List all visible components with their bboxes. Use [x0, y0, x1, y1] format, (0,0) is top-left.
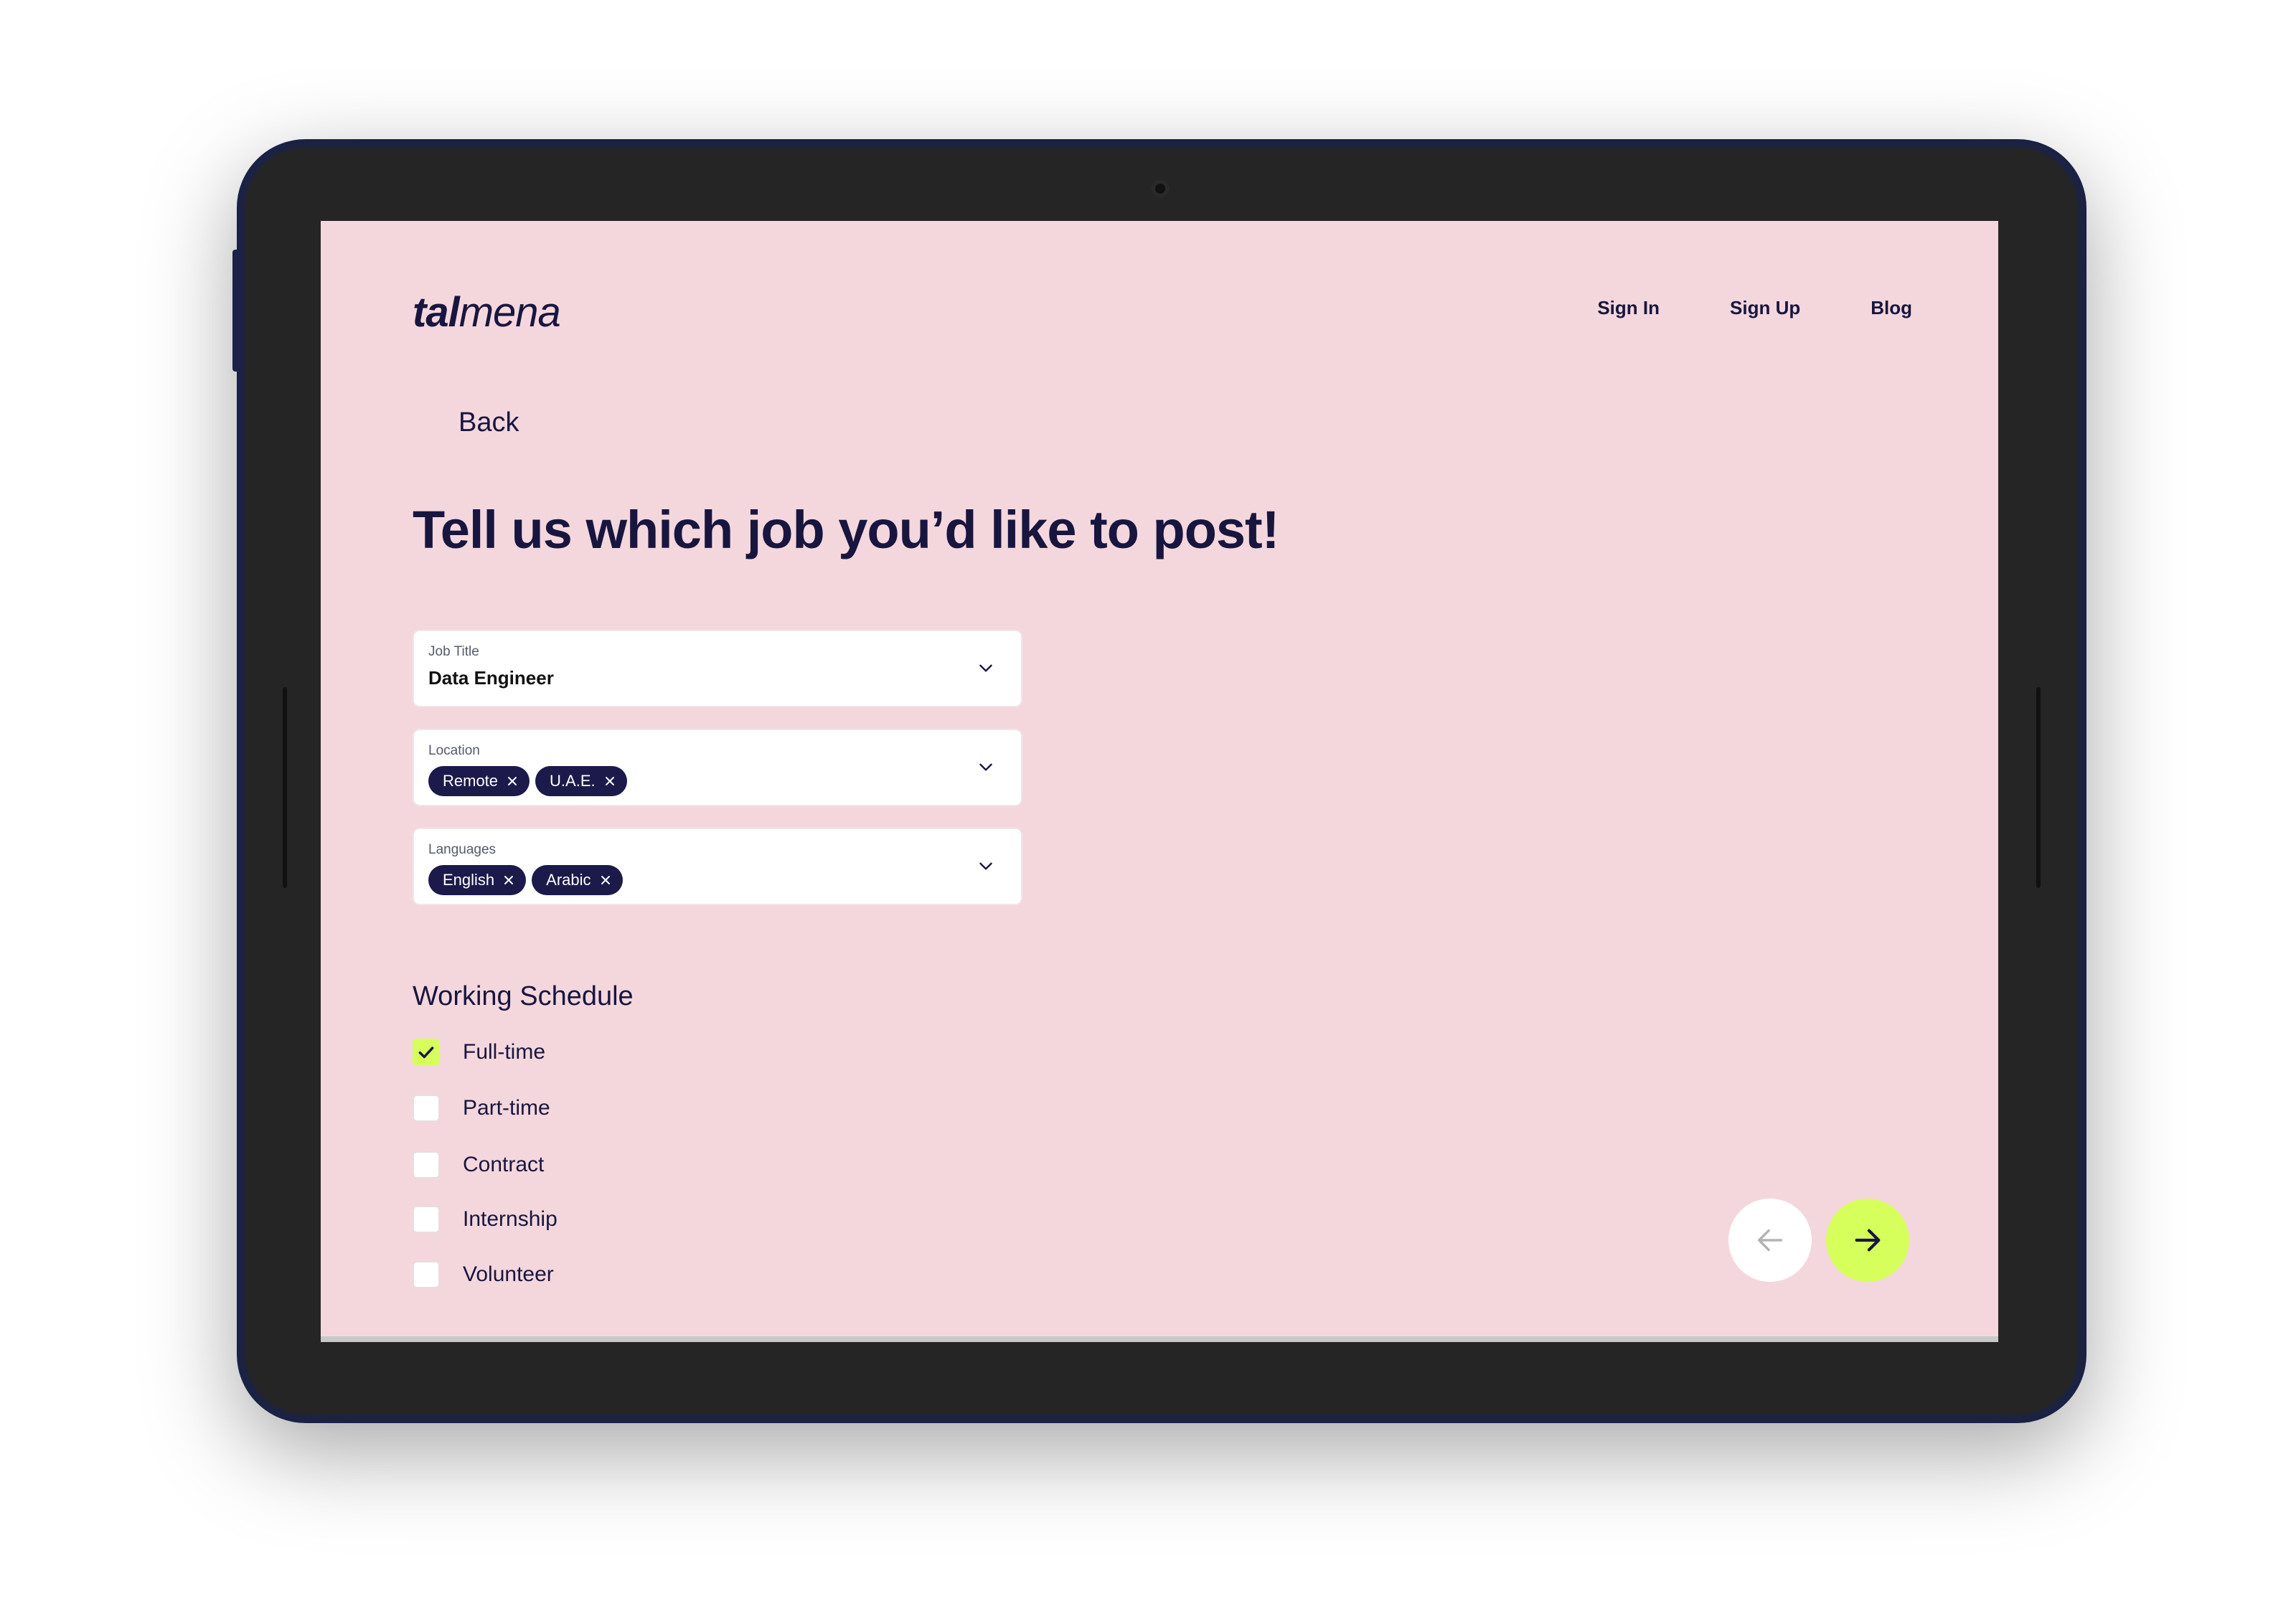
- chip-label: English: [443, 871, 495, 889]
- working-schedule-title: Working Schedule: [413, 981, 634, 1011]
- job-title-value: Data Engineer: [428, 667, 554, 689]
- checkbox-volunteer[interactable]: [413, 1261, 440, 1288]
- nav-sign-up[interactable]: Sign Up: [1730, 297, 1800, 319]
- schedule-option-part-time[interactable]: Part-time: [413, 1095, 550, 1122]
- chip-label: Arabic: [546, 871, 591, 889]
- check-icon: [418, 1047, 434, 1059]
- arrow-left-icon: [1757, 1229, 1783, 1252]
- schedule-option-full-time[interactable]: Full-time: [413, 1039, 545, 1066]
- chip-label: Remote: [443, 772, 499, 790]
- close-icon[interactable]: [600, 874, 611, 886]
- location-select[interactable]: Location Remote U.A.E.: [413, 729, 1022, 806]
- option-label: Volunteer: [463, 1262, 554, 1286]
- previous-step-button[interactable]: [1728, 1199, 1812, 1282]
- languages-select[interactable]: Languages English Arabic: [413, 828, 1022, 905]
- languages-chips: English Arabic: [428, 865, 1007, 895]
- job-title-select[interactable]: Job Title Data Engineer: [413, 630, 1022, 707]
- right-speaker: [2036, 687, 2041, 888]
- chip-uae[interactable]: U.A.E.: [535, 766, 627, 796]
- screen-edge: [321, 1336, 1998, 1342]
- location-chips: Remote U.A.E.: [428, 766, 1007, 796]
- arrow-right-icon: [1855, 1229, 1881, 1252]
- close-icon[interactable]: [604, 775, 616, 787]
- page-title: Tell us which job you’d like to post!: [413, 500, 1279, 559]
- option-label: Full-time: [463, 1040, 546, 1064]
- close-icon[interactable]: [507, 775, 518, 787]
- chevron-down-icon[interactable]: [977, 856, 995, 875]
- checkbox-contract[interactable]: [413, 1151, 440, 1179]
- schedule-option-volunteer[interactable]: Volunteer: [413, 1261, 554, 1288]
- left-speaker: [283, 687, 287, 888]
- logo-part-light: mena: [458, 289, 561, 336]
- chip-remote[interactable]: Remote: [428, 766, 530, 796]
- logo-part-bold: tal: [413, 289, 460, 336]
- option-label: Part-time: [463, 1096, 550, 1120]
- option-label: Contract: [463, 1153, 545, 1176]
- languages-label: Languages: [428, 842, 497, 857]
- power-button: [232, 250, 241, 372]
- logo[interactable]: talmena: [413, 288, 561, 336]
- chip-english[interactable]: English: [428, 865, 527, 895]
- next-step-button[interactable]: [1826, 1199, 1909, 1282]
- chevron-down-icon[interactable]: [977, 757, 995, 776]
- location-label: Location: [428, 743, 480, 758]
- screen: talmena Sign In Sign Up Blog Back Tell u…: [321, 221, 1998, 1342]
- nav-sign-in[interactable]: Sign In: [1597, 297, 1660, 319]
- close-icon[interactable]: [503, 874, 514, 886]
- chip-label: U.A.E.: [550, 772, 596, 790]
- back-link[interactable]: Back: [458, 407, 519, 438]
- nav-blog[interactable]: Blog: [1871, 297, 1912, 319]
- chip-arabic[interactable]: Arabic: [532, 865, 623, 895]
- job-title-label: Job Title: [428, 644, 479, 659]
- camera-icon: [1151, 179, 1170, 198]
- checkbox-part-time[interactable]: [413, 1095, 440, 1122]
- checkbox-internship[interactable]: [413, 1206, 440, 1233]
- chevron-down-icon[interactable]: [977, 658, 995, 677]
- checkbox-full-time[interactable]: [413, 1039, 440, 1066]
- schedule-option-contract[interactable]: Contract: [413, 1151, 544, 1179]
- top-nav: Sign In Sign Up Blog: [1597, 297, 1912, 319]
- option-label: Internship: [463, 1207, 557, 1231]
- schedule-option-internship[interactable]: Internship: [413, 1206, 557, 1233]
